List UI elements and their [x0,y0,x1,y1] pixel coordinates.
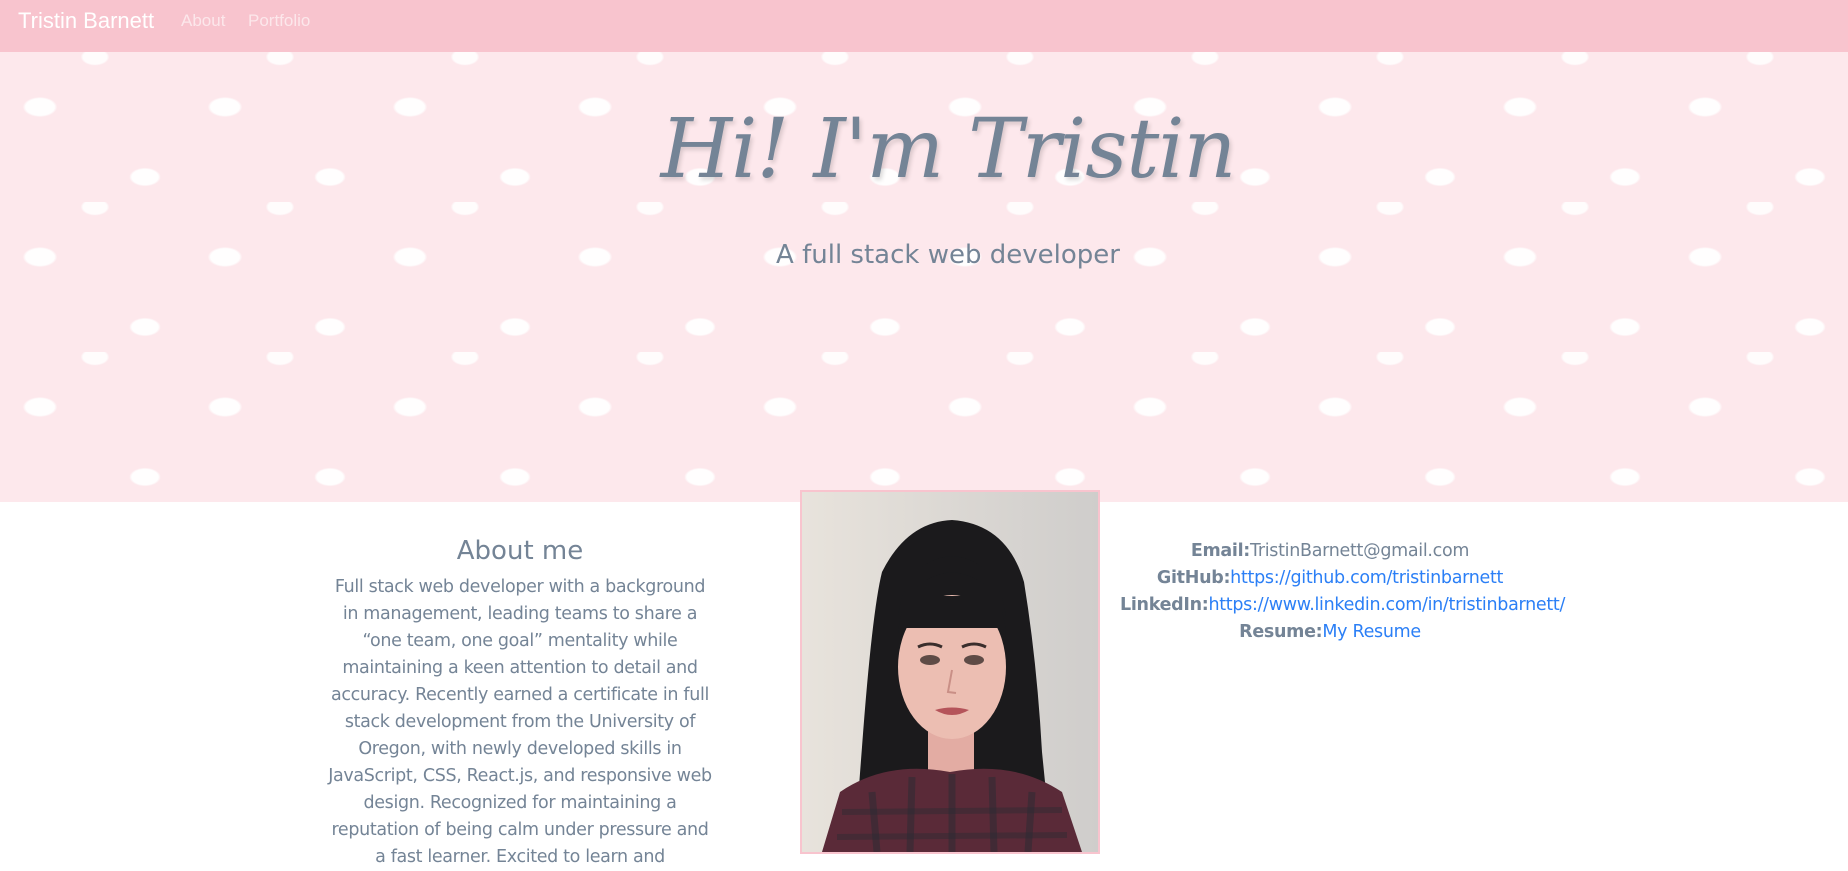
github-label: GitHub: [1156,568,1231,588]
hero-title: Hi! I'm Tristin [660,102,1237,197]
about-section: About me Full stack web developer with a… [326,536,714,871]
navbar-brand[interactable]: Tristin Barnett [18,8,154,34]
email-value: TristinBarnett@gmail.com [1250,541,1470,561]
navbar: Tristin Barnett About Portfolio [0,0,1848,52]
linkedin-label: LinkedIn: [1120,595,1209,615]
contact-resume: Resume:My Resume [1120,619,1540,646]
about-text: Full stack web developer with a backgrou… [328,577,712,867]
nav-link-portfolio[interactable]: Portfolio [248,11,310,31]
contact-github: GitHub:https://github.com/tristinbarnett [1120,565,1540,592]
hero-subtitle: A full stack web developer [776,240,1120,270]
email-label: Email: [1190,541,1251,561]
nav-link-about[interactable]: About [181,11,225,31]
profile-photo [800,490,1100,854]
github-link[interactable]: https://github.com/tristinbarnett [1230,568,1503,588]
linkedin-link[interactable]: https://www.linkedin.com/in/tristinbarne… [1208,595,1565,615]
contact-email: Email:TristinBarnett@gmail.com [1120,538,1540,565]
resume-label: Resume: [1239,622,1323,642]
contact-section: Email:TristinBarnett@gmail.com GitHub:ht… [1120,538,1565,646]
hero-banner: Hi! I'm Tristin A full stack web develop… [0,52,1848,502]
portrait-photo [802,492,1098,852]
resume-link[interactable]: My Resume [1322,622,1421,642]
contact-linkedin: LinkedIn:https://www.linkedin.com/in/tri… [1120,592,1565,619]
about-heading: About me [456,536,584,566]
